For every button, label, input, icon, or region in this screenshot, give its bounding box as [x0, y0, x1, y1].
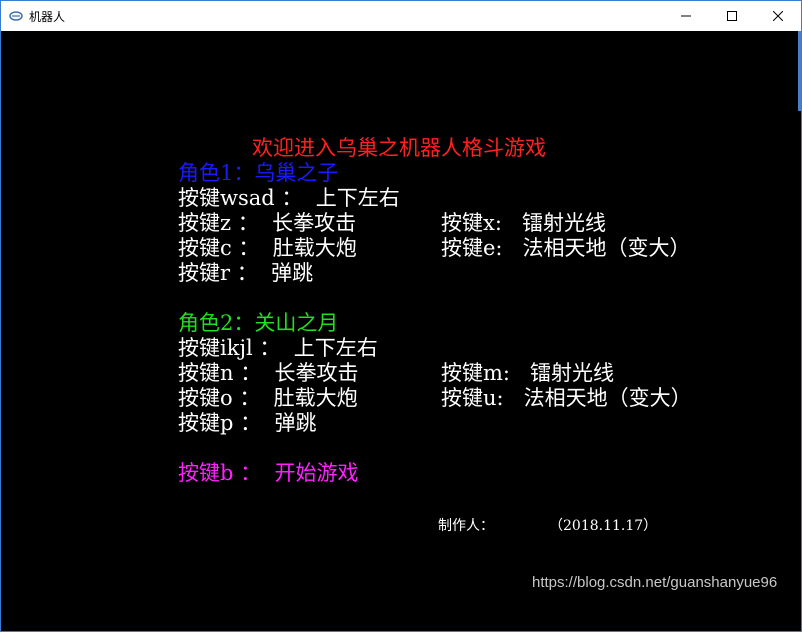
minimize-icon — [681, 15, 691, 17]
app-window: 机器人 欢迎进入乌巢之机器人格斗游戏 角色1：乌巢之子 按键wsad ： 上下左… — [0, 0, 802, 632]
role2-move-keys: 按键ikjl ： 上下左右 — [178, 336, 378, 360]
console-area: 欢迎进入乌巢之机器人格斗游戏 角色1：乌巢之子 按键wsad ： 上下左右 按键… — [1, 31, 801, 631]
maximize-button[interactable] — [709, 1, 755, 31]
scrollbar[interactable] — [798, 31, 801, 111]
author-label: 制作人： — [438, 518, 494, 534]
role1-header: 角色1：乌巢之子 — [178, 161, 339, 185]
role2-key-u: 按键u: 法相天地（变大） — [441, 386, 692, 410]
start-game-key: 按键b ： 开始游戏 — [178, 461, 359, 485]
role2-key-n: 按键n ： 长拳攻击 — [178, 361, 359, 385]
role1-key-c: 按键c ： 肚载大炮 — [178, 236, 357, 260]
window-title: 机器人 — [29, 10, 66, 24]
role1-move-keys: 按键wsad ： 上下左右 — [178, 186, 400, 210]
role2-header: 角色2：关山之月 — [178, 311, 339, 335]
minimize-button[interactable] — [663, 1, 709, 31]
maximize-icon — [727, 11, 737, 21]
role1-key-z: 按键z ： 长拳攻击 — [178, 211, 357, 235]
role2-key-o: 按键o ： 肚载大炮 — [178, 386, 358, 410]
role1-key-x: 按键x: 镭射光线 — [441, 211, 606, 235]
role2-key-p: 按键p ： 弹跳 — [178, 411, 317, 435]
role1-key-e: 按键e: 法相天地（变大） — [441, 236, 691, 260]
welcome-text: 欢迎进入乌巢之机器人格斗游戏 — [252, 136, 546, 160]
title-bar[interactable]: 机器人 — [1, 1, 801, 31]
close-icon — [773, 11, 783, 21]
author-date: （2018.11.17） — [549, 518, 658, 534]
role2-key-m: 按键m: 镭射光线 — [441, 361, 615, 385]
role1-key-r: 按键r ： 弹跳 — [178, 261, 314, 285]
close-button[interactable] — [755, 1, 801, 31]
watermark-url: https://blog.csdn.net/guanshanyue96 — [532, 574, 778, 591]
app-icon — [9, 11, 23, 21]
